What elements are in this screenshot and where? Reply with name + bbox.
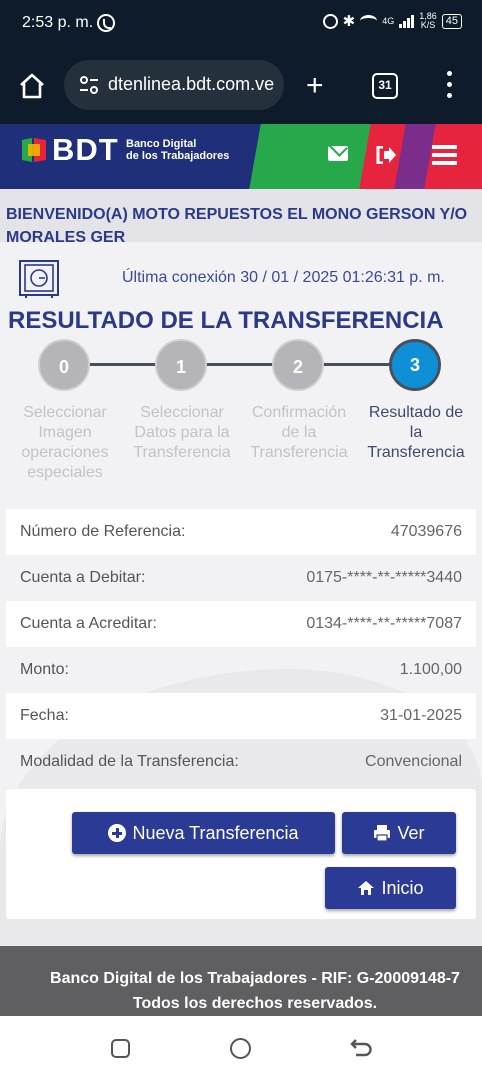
footer-line-2: Todos los derechos reservados. xyxy=(132,995,378,1012)
detail-label: Monto: xyxy=(20,661,69,678)
network-speed: 1,86 K/S xyxy=(419,12,437,30)
step-3-label: Resultado de la Transferencia xyxy=(367,404,465,461)
system-nav-bar xyxy=(0,1016,482,1080)
mail-icon[interactable] xyxy=(328,146,348,161)
logo-text: BDT xyxy=(52,132,119,167)
tab-switcher-icon[interactable]: 31 xyxy=(372,73,398,99)
step-1-circle: 1 xyxy=(155,339,207,391)
detail-value: 31-01-2025 xyxy=(380,707,462,724)
detail-value: 0175-****-**-*****3440 xyxy=(306,569,462,586)
detail-row-date: Fecha: 31-01-2025 xyxy=(6,693,476,739)
speed-unit: K/S xyxy=(420,20,436,30)
footer-line-1: Banco Digital de los Trabajadores - RIF:… xyxy=(50,970,460,987)
transfer-details-table: Número de Referencia: 47039676 Cuenta a … xyxy=(6,509,476,785)
page-content: BIENVENIDO(A) MOTO REPUESTOS EL MONO GER… xyxy=(0,189,482,969)
detail-value: Convencional xyxy=(365,753,462,770)
site-header: BDT Banco Digital de los Trabajadores xyxy=(0,124,482,189)
logo-subtitle: Banco Digital de los Trabajadores xyxy=(126,138,229,162)
view-button[interactable]: Ver xyxy=(342,812,456,854)
new-tab-icon[interactable]: + xyxy=(306,71,324,101)
actions-panel: Nueva Transferencia Ver Inicio xyxy=(6,789,476,919)
progress-steps: 0 1 2 3 Seleccionar Imagen operaciones e… xyxy=(0,339,482,489)
step-1-label: Seleccionar Datos para la Transferencia xyxy=(133,404,231,461)
whatsapp-icon xyxy=(97,14,115,32)
detail-label: Fecha: xyxy=(20,707,69,724)
detail-value: 1.100,00 xyxy=(399,661,462,678)
step-0-label: Seleccionar Imagen operaciones especiale… xyxy=(21,404,109,481)
detail-row-debit-account: Cuenta a Debitar: 0175-****-**-*****3440 xyxy=(6,555,476,601)
status-bar: 2:53 p. m. ✱ 4G 1,86 K/S 45 xyxy=(0,0,482,48)
nav-home-icon[interactable] xyxy=(230,1038,251,1059)
home-icon[interactable] xyxy=(18,72,46,100)
detail-row-credit-account: Cuenta a Acreditar: 0134-****-**-*****70… xyxy=(6,601,476,647)
vault-icon xyxy=(19,260,59,298)
detail-value: 47039676 xyxy=(390,523,462,540)
bdt-logo-mark xyxy=(22,138,46,162)
browser-toolbar: dtenlinea.bdt.com.ve + 31 xyxy=(0,48,482,124)
detail-label: Número de Referencia: xyxy=(20,523,186,540)
home-label: Inicio xyxy=(381,877,424,898)
back-icon[interactable] xyxy=(350,1038,372,1058)
detail-row-modality: Modalidad de la Transferencia: Convencio… xyxy=(6,739,476,785)
step-0-circle: 0 xyxy=(38,339,90,391)
view-label: Ver xyxy=(397,822,425,843)
recent-apps-icon[interactable] xyxy=(111,1039,130,1058)
detail-label: Cuenta a Acreditar: xyxy=(20,615,157,632)
house-icon xyxy=(358,881,375,895)
bluetooth-icon: ✱ xyxy=(342,13,356,30)
battery-indicator: 45 xyxy=(441,13,462,29)
new-transfer-label: Nueva Transferencia xyxy=(132,822,299,843)
new-transfer-button[interactable]: Nueva Transferencia xyxy=(72,812,335,854)
last-connection: Última conexión 30 / 01 / 2025 01:26:31 … xyxy=(122,269,445,286)
signal-icon xyxy=(399,14,415,28)
plus-circle-icon xyxy=(108,824,127,842)
step-2-label: Confirmación de la Transferencia xyxy=(250,404,348,461)
detail-label: Modalidad de la Transferencia: xyxy=(20,753,239,770)
detail-value: 0134-****-**-*****7087 xyxy=(306,615,462,632)
detail-label: Cuenta a Debitar: xyxy=(20,569,146,586)
steps-connector xyxy=(66,363,416,366)
site-footer: Banco Digital de los Trabajadores - RIF:… xyxy=(0,946,482,1016)
step-3-circle: 3 xyxy=(389,339,441,391)
status-time: 2:53 p. m. xyxy=(22,14,94,31)
printer-icon xyxy=(374,825,391,842)
alarm-icon xyxy=(322,13,338,29)
home-button[interactable]: Inicio xyxy=(325,867,456,909)
wifi-icon xyxy=(360,15,378,27)
detail-row-reference: Número de Referencia: 47039676 xyxy=(6,509,476,555)
hamburger-menu-icon[interactable] xyxy=(432,145,457,165)
logo-line-1: Banco Digital xyxy=(126,138,197,150)
network-type: 4G xyxy=(382,15,395,26)
logo-line-2: de los Trabajadores xyxy=(126,150,230,162)
site-settings-icon[interactable] xyxy=(78,74,100,96)
page-title: RESULTADO DE LA TRANSFERENCIA xyxy=(8,307,444,334)
url-text[interactable]: dtenlinea.bdt.com.ve xyxy=(108,74,278,95)
welcome-banner: BIENVENIDO(A) MOTO REPUESTOS EL MONO GER… xyxy=(0,189,482,246)
logout-icon[interactable] xyxy=(376,146,396,164)
more-menu-icon[interactable] xyxy=(447,71,453,101)
step-2-circle: 2 xyxy=(272,339,324,391)
detail-row-amount: Monto: 1.100,00 xyxy=(6,647,476,693)
